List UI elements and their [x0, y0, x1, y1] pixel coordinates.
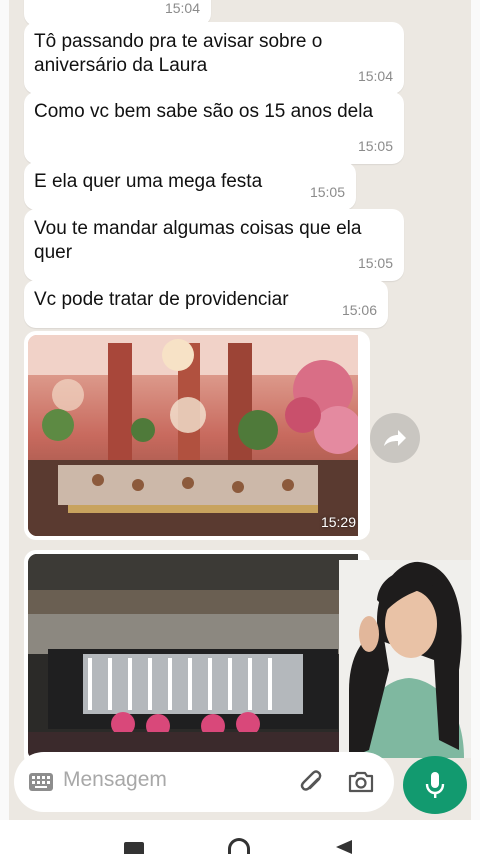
message-text: Tô passando pra te avisar sobre o aniver…: [34, 31, 323, 76]
message-input-placeholder[interactable]: Mensagem: [63, 768, 167, 792]
message-time: 15:04: [357, 68, 393, 84]
image-message[interactable]: 15:29: [24, 331, 370, 540]
message-text: Vc pode tratar de providenciar: [34, 289, 289, 310]
chat-area[interactable]: 15:04 Tô passando pra te avisar sobre o …: [9, 0, 471, 820]
message-text: Como vc bem sabe são os 15 anos dela: [34, 101, 374, 122]
system-navigation-bar: [0, 820, 480, 854]
camera-icon[interactable]: [347, 770, 375, 794]
left-frame: [0, 0, 9, 854]
paperclip-icon[interactable]: [298, 769, 326, 797]
microphone-button[interactable]: [403, 756, 467, 814]
home-button[interactable]: [228, 838, 250, 854]
message-text: Vou te mandar algumas coisas que ela que…: [34, 218, 362, 263]
message-bubble[interactable]: Como vc bem sabe são os 15 anos dela 15:…: [24, 92, 404, 164]
image-message[interactable]: [24, 550, 370, 768]
recent-apps-button[interactable]: [124, 842, 144, 854]
message-bubble[interactable]: Vc pode tratar de providenciar 15:06: [24, 280, 388, 328]
message-time: 15:05: [309, 184, 345, 200]
message-time: 15:05: [357, 138, 393, 154]
message-bubble[interactable]: Vou te mandar algumas coisas que ela que…: [24, 209, 404, 281]
keyboard-icon[interactable]: [28, 772, 54, 792]
message-bubble[interactable]: Tô passando pra te avisar sobre o aniver…: [24, 22, 404, 94]
message-bubble[interactable]: E ela quer uma mega festa 15:05: [24, 162, 356, 210]
right-frame: [471, 0, 480, 854]
message-time: 15:04: [164, 0, 200, 16]
party-hall-photo[interactable]: 15:29: [28, 335, 366, 536]
forward-icon: [384, 430, 406, 446]
message-time: 15:06: [341, 302, 377, 318]
stage-decoration-photo[interactable]: [28, 554, 366, 760]
forward-button[interactable]: [370, 413, 420, 463]
message-text: E ela quer uma mega festa: [34, 171, 263, 192]
back-button[interactable]: [336, 840, 352, 854]
webcam-overlay: [339, 560, 471, 758]
image-time: 15:29: [320, 514, 356, 530]
microphone-icon: [425, 772, 445, 798]
message-input-bar[interactable]: Mensagem: [14, 752, 394, 812]
message-time: 15:05: [357, 255, 393, 271]
